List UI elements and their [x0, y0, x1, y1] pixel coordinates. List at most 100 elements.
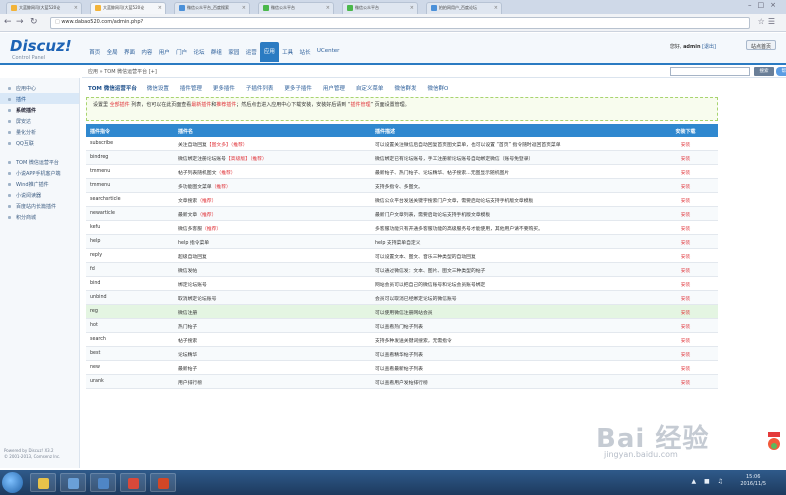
sidebar-item[interactable]: 屏安达 — [0, 115, 79, 126]
clock[interactable]: 15:06 2016/11/5 — [740, 474, 766, 488]
sidebar-item[interactable]: 百度站内长篇插件 — [0, 200, 79, 211]
subtab[interactable]: 子插件列表 — [246, 84, 274, 92]
close-tab-icon[interactable]: × — [74, 5, 78, 11]
install-link[interactable]: 安装 — [681, 213, 691, 218]
nav-item[interactable]: 界面 — [121, 45, 138, 62]
bookmark-star-icon[interactable]: ☆☰ — [758, 17, 778, 26]
nav-item[interactable]: 用户 — [156, 45, 173, 62]
nav-item[interactable]: 群组 — [208, 45, 225, 62]
install-link[interactable]: 安装 — [681, 367, 691, 372]
install-link[interactable]: 安装 — [681, 339, 691, 344]
install-link[interactable]: 安装 — [681, 157, 691, 162]
nav-item[interactable]: 工具 — [279, 45, 296, 62]
taskbar-app-gallery[interactable] — [90, 473, 116, 492]
nav-item[interactable]: 站长 — [296, 45, 313, 62]
nav-item[interactable]: 论坛 — [190, 45, 207, 62]
sidebar-item[interactable]: 插件 — [0, 93, 79, 104]
install-link[interactable]: 安装 — [681, 199, 691, 204]
install-cell: 安装 — [653, 291, 718, 304]
tray-icons[interactable]: ▲ ■ ♫ — [692, 478, 726, 485]
nav-item[interactable]: 运营 — [243, 45, 260, 62]
subtab[interactable]: 更多子插件 — [284, 84, 312, 92]
close-tab-icon[interactable]: × — [410, 5, 414, 11]
search-input[interactable] — [670, 67, 750, 76]
sidebar-item[interactable]: Wind推广插件 — [0, 178, 79, 189]
browser-tab[interactable]: 大蓝鲸网司(大蓝520论 × — [6, 2, 82, 14]
notice-link[interactable]: 插件管理 — [350, 102, 370, 108]
site-home-button[interactable]: 站点首页 — [745, 40, 776, 50]
close-tab-icon[interactable]: × — [326, 5, 330, 11]
user-area: 您好, admin [退出] — [670, 43, 716, 50]
browser-tab[interactable]: 微信公众平台 × — [258, 2, 334, 14]
sidebar-item[interactable]: 应用中心 — [0, 82, 79, 93]
help-button[interactable]: 帮助 — [776, 67, 786, 76]
install-link[interactable]: 安装 — [681, 311, 691, 316]
address-input[interactable]: □ www.dabao520.com/admin.php? — [50, 17, 750, 29]
nav-item[interactable]: 首页 — [86, 45, 103, 62]
subtab[interactable]: 插件管理 — [180, 84, 202, 92]
install-link[interactable]: 安装 — [681, 255, 691, 260]
start-button[interactable] — [2, 472, 23, 493]
table-row: unbind 取消绑定论坛账号 会员可以取消已经绑定论坛的微信账号 安装 — [86, 291, 718, 305]
sidebar-item[interactable]: 系统插件 — [0, 104, 79, 115]
subtab[interactable]: 微信设置 — [147, 84, 169, 92]
install-link[interactable]: 安装 — [681, 353, 691, 358]
taskbar-app-explorer[interactable] — [30, 473, 56, 492]
browser-tab[interactable]: 微信公众平台_百度搜索 × — [174, 2, 250, 14]
sidebar-item[interactable]: 小说阅读器 — [0, 189, 79, 200]
sidebar-item[interactable]: QQ互联 — [0, 137, 79, 148]
install-link[interactable]: 安装 — [681, 227, 691, 232]
plugin-table: 插件指令 插件名 插件描述 安装下载 subscribe 关注自动回复【图文多】（… — [86, 124, 718, 389]
plugin-name: 微信注册 — [178, 311, 198, 316]
browser-tab[interactable]: 拍拍网用户_百度论坛 × — [426, 2, 502, 14]
breadcrumb[interactable]: 应用 » TOM 微信运营平台 [+] — [88, 68, 157, 75]
plugin-name-cell: 微信注册 — [174, 305, 371, 318]
install-link[interactable]: 安装 — [681, 381, 691, 386]
install-link[interactable]: 安装 — [681, 325, 691, 330]
subtab[interactable]: TOM 微信运营平台 — [88, 84, 137, 92]
browser-tab[interactable]: 大蓝鲸网司(大蓝520论 × — [90, 2, 166, 14]
notice-link[interactable]: 推荐插件 — [216, 102, 236, 108]
nav-item[interactable]: 内容 — [138, 45, 155, 62]
sidebar-item[interactable]: 积分商城 — [0, 211, 79, 222]
browser-tab[interactable]: 微信公众平台 × — [342, 2, 418, 14]
install-link[interactable]: 安装 — [681, 171, 691, 176]
logout-link[interactable]: [退出] — [702, 44, 716, 50]
search-button[interactable]: 搜索 — [754, 67, 774, 76]
back-icon[interactable]: ← — [4, 17, 12, 27]
discuz-logo[interactable]: Discuz! — [10, 37, 72, 55]
nav-item[interactable]: UCenter — [314, 45, 343, 62]
notice-link[interactable]: 最新插件 — [191, 102, 211, 108]
table-row: urank 用户排行榜 可以查看用户发帖排行榜 安装 — [86, 375, 718, 389]
reload-icon[interactable]: ↻ — [30, 17, 38, 27]
nav-item[interactable]: 全局 — [103, 45, 120, 62]
install-link[interactable]: 安装 — [681, 297, 691, 302]
install-link[interactable]: 安装 — [681, 143, 691, 148]
nav-item[interactable]: 门户 — [173, 45, 190, 62]
close-tab-icon[interactable]: × — [494, 5, 498, 11]
window-controls-icon[interactable]: –□× — [748, 1, 782, 9]
taskbar-app-chrome[interactable] — [120, 473, 146, 492]
subtab[interactable]: 用户管理 — [323, 84, 345, 92]
subtab[interactable]: 微信群O — [427, 84, 448, 92]
install-link[interactable]: 安装 — [681, 283, 691, 288]
nav-item[interactable]: 家园 — [225, 45, 242, 62]
sidebar-item[interactable]: 量化分析 — [0, 126, 79, 137]
taskbar-app-powerpoint[interactable] — [150, 473, 176, 492]
plugin-command: bindreg — [90, 155, 109, 160]
notice-link[interactable]: 全部插件 — [110, 102, 130, 108]
subtab[interactable]: 微信群发 — [394, 84, 416, 92]
close-tab-icon[interactable]: × — [158, 5, 162, 11]
install-link[interactable]: 安装 — [681, 185, 691, 190]
subtab[interactable]: 更多插件 — [213, 84, 235, 92]
discuz-header: Discuz! Control Panel 首页 全局 界面 内容 用户 门户 论坛 群组 家园… — [0, 33, 786, 65]
forward-icon[interactable]: → — [16, 17, 24, 27]
install-link[interactable]: 安装 — [681, 269, 691, 274]
sidebar-item[interactable]: TOM 微信运营平台 — [0, 156, 79, 167]
nav-item[interactable]: 应用 — [259, 42, 279, 62]
sidebar-item[interactable]: 小说APP手机客户端 — [0, 167, 79, 178]
taskbar-app-media[interactable] — [60, 473, 86, 492]
close-tab-icon[interactable]: × — [242, 5, 246, 11]
install-link[interactable]: 安装 — [681, 241, 691, 246]
subtab[interactable]: 自定义菜单 — [356, 84, 384, 92]
